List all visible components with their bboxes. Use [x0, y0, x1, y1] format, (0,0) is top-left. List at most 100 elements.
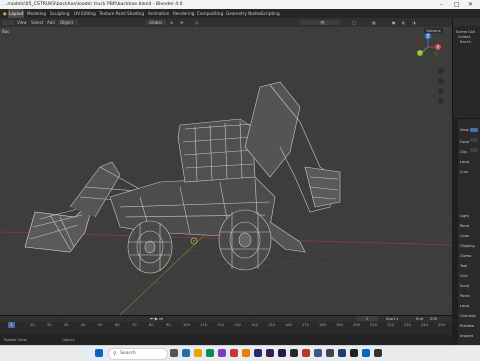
start-frame-label: Start: [386, 316, 396, 321]
editor-type-button[interactable]: [2, 20, 14, 25]
overlays-icon[interactable]: ◯: [352, 18, 356, 27]
status-context: Object: [62, 337, 75, 342]
tab-compositing[interactable]: Compositing: [196, 9, 224, 18]
app-icon[interactable]: [338, 349, 346, 357]
shading-rendered-icon[interactable]: ◑: [412, 18, 416, 27]
timeline-tick-label: 160: [285, 323, 292, 327]
sidebar-labels: View Focal Clip Local Curs Light Rend Co…: [460, 128, 476, 338]
outliner-item[interactable]: Collect: [458, 35, 470, 39]
timeline-tick-label: 80: [149, 323, 154, 327]
current-frame-indicator[interactable]: 1: [8, 322, 15, 328]
timeline-tick-label: 150: [268, 323, 275, 327]
outliner-item[interactable]: Scene Coll: [456, 30, 475, 34]
camera-view-button[interactable]: [438, 88, 444, 94]
tab-uv-editing[interactable]: UV Editing: [73, 9, 97, 18]
visibility-icon[interactable]: 👁: [320, 18, 325, 27]
viewport-header: View Select Add Object Global ⊕ ❖ ◎ 👁 ◯ …: [0, 18, 452, 27]
task-view-icon[interactable]: [170, 349, 178, 357]
timeline-tick-label: 30: [64, 323, 69, 327]
select-menu[interactable]: Select: [31, 18, 43, 27]
sidebar-tabs[interactable]: [452, 118, 458, 345]
app-icon[interactable]: [218, 349, 226, 357]
timeline-tick-label: 40: [81, 323, 86, 327]
timeline-tick-label: 230: [404, 323, 411, 327]
start-frame-field[interactable]: 1: [396, 316, 398, 322]
tab-layout[interactable]: Layout: [8, 9, 25, 18]
minimize-icon[interactable]: –: [440, 0, 443, 9]
object-menu[interactable]: Object: [60, 18, 73, 27]
tab-scripting[interactable]: Scripting: [260, 9, 281, 18]
viewport-info-text: Bac: [2, 29, 9, 34]
photoshop-icon[interactable]: [254, 349, 262, 357]
pivot-icon[interactable]: ⊕: [170, 18, 173, 27]
play-icon[interactable]: ▶: [155, 316, 158, 321]
3d-viewport[interactable]: Bac X Y Z Options: [0, 27, 452, 315]
view-menu[interactable]: View: [17, 18, 27, 27]
start-icon[interactable]: [95, 349, 103, 357]
jump-end-icon[interactable]: ⏭: [159, 316, 163, 321]
timeline-tick-label: 250: [438, 323, 445, 327]
timeline-tick-label: 100: [183, 323, 190, 327]
maximize-icon[interactable]: □: [454, 0, 460, 9]
tab-geometry-nodes[interactable]: Geometry Nodes: [225, 9, 262, 18]
app-icon[interactable]: [350, 349, 358, 357]
zoom-view-button[interactable]: [438, 68, 444, 74]
timeline-tick-label: 20: [47, 323, 52, 327]
snap-icon[interactable]: ❖: [180, 18, 184, 27]
current-frame-field[interactable]: 1: [356, 316, 378, 321]
3d-cursor-icon[interactable]: [190, 237, 198, 245]
timeline-tick-label: 240: [421, 323, 428, 327]
timeline-ruler[interactable]: 0102030405060708090100110120130140150160…: [0, 323, 452, 329]
pan-view-button[interactable]: [438, 78, 444, 84]
tab-sculpting[interactable]: Sculpting: [49, 9, 71, 18]
clip-start-field[interactable]: [470, 138, 478, 142]
app-icon[interactable]: [302, 349, 310, 357]
blender-logo-icon[interactable]: ●: [2, 9, 8, 18]
focal-length-field[interactable]: [470, 128, 478, 132]
tab-shading[interactable]: Shading: [126, 9, 145, 18]
status-hint: Rotate View: [4, 337, 27, 342]
close-icon[interactable]: ✕: [468, 0, 473, 9]
options-dropdown[interactable]: Options: [424, 28, 443, 33]
xray-icon[interactable]: ▦: [372, 18, 376, 27]
add-menu[interactable]: Add: [47, 18, 55, 27]
app-icon[interactable]: [230, 349, 238, 357]
browser-icon[interactable]: [206, 349, 214, 357]
app-icon[interactable]: [314, 349, 322, 357]
timeline-tick-label: 110: [200, 323, 207, 327]
tab-texture-paint[interactable]: Texture Paint: [98, 9, 127, 18]
app-icon[interactable]: [182, 349, 190, 357]
playback-controls: ⏮ ▶ ⏭: [150, 316, 163, 322]
timeline-panel[interactable]: 0102030405060708090100110120130140150160…: [0, 315, 452, 336]
timeline-tick-label: 210: [370, 323, 377, 327]
after-effects-icon[interactable]: [278, 349, 286, 357]
transform-orientation-dropdown[interactable]: Global: [149, 18, 162, 27]
app-icon[interactable]: [290, 349, 298, 357]
timeline-tick-label: 60: [115, 323, 120, 327]
jump-start-icon[interactable]: ⏮: [150, 316, 154, 321]
app-icon[interactable]: [326, 349, 334, 357]
proportional-edit-icon[interactable]: ◎: [195, 18, 199, 27]
file-explorer-icon[interactable]: [194, 349, 202, 357]
window-title: ...models\05_CSTRUKS\backhoe\loader truc…: [3, 2, 183, 7]
navigation-gizmo[interactable]: X Y Z: [416, 33, 441, 56]
blender-taskbar-icon[interactable]: [242, 349, 250, 357]
ortho-toggle-button[interactable]: [438, 98, 444, 104]
clip-end-field[interactable]: [470, 148, 478, 152]
app-icon[interactable]: [362, 349, 370, 357]
search-label: Search: [120, 351, 136, 356]
premiere-icon[interactable]: [266, 349, 274, 357]
shading-material-icon[interactable]: ◐: [402, 18, 406, 27]
app-icon[interactable]: [374, 349, 382, 357]
outliner-item[interactable]: Backh: [460, 40, 471, 44]
tab-modeling[interactable]: Modeling: [26, 9, 47, 18]
shading-solid-icon[interactable]: ●: [392, 18, 396, 27]
search-box[interactable]: ⚲ Search: [108, 348, 168, 360]
timeline-tick-label: 180: [319, 323, 326, 327]
viewport-canvas[interactable]: Bac X Y Z: [0, 27, 452, 315]
end-frame-field[interactable]: 250: [430, 316, 437, 322]
timeline-tick-label: 200: [353, 323, 360, 327]
svg-text:Z: Z: [427, 34, 430, 39]
tab-rendering[interactable]: Rendering: [172, 9, 195, 18]
tab-animation[interactable]: Animation: [147, 9, 170, 18]
